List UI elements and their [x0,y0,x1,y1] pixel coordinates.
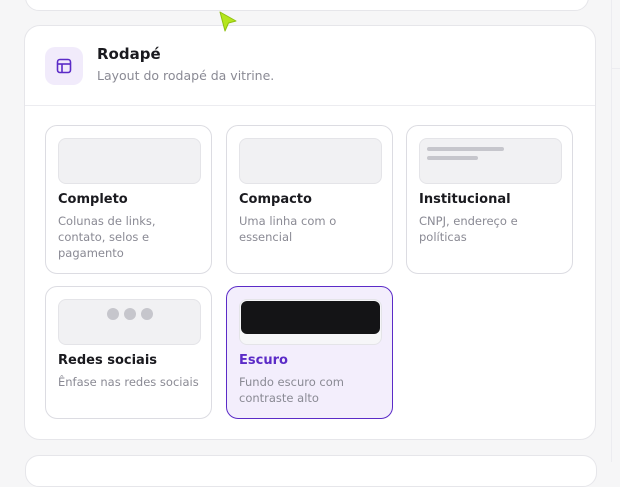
option-description: Colunas de links, contato, selos e pagam… [58,214,156,260]
right-panel-edge [611,0,620,462]
section-title: Rodapé [97,45,161,63]
section-subtitle: Layout do rodapé da vitrine. [97,68,275,83]
next-section-card [25,455,597,487]
social-dot-icon [124,308,136,320]
option-title: Institucional [419,192,511,207]
social-dot-icon [141,308,153,320]
footer-option-institucional[interactable]: Institucional CNPJ, endereço e políticas [406,125,573,274]
option-preview [239,138,382,184]
footer-section-card: Rodapé Layout do rodapé da vitrine. Comp… [24,25,596,440]
layout-icon [45,47,83,85]
footer-option-escuro[interactable]: Escuro Fundo escuro com contraste alto [226,286,393,419]
option-preview-dark [239,299,382,345]
social-dot-icon [107,308,119,320]
option-title: Compacto [239,192,312,207]
option-description: CNPJ, endereço e políticas [419,214,518,244]
option-title: Escuro [239,353,288,368]
previous-section-card [25,0,589,11]
option-description: Ênfase nas redes sociais [58,375,199,389]
option-title: Redes sociais [58,353,158,368]
section-header: Rodapé Layout do rodapé da vitrine. [25,26,595,106]
option-title: Completo [58,192,128,207]
option-preview [58,138,201,184]
footer-option-redes-sociais[interactable]: Redes sociais Ênfase nas redes sociais [45,286,212,419]
mouse-cursor-icon [218,11,238,37]
footer-option-completo[interactable]: Completo Colunas de links, contato, selo… [45,125,212,274]
option-description: Uma linha com o essencial [239,214,337,244]
option-preview-dots [58,299,201,345]
footer-option-compacto[interactable]: Compacto Uma linha com o essencial [226,125,393,274]
option-preview-lines [419,138,562,184]
option-description: Fundo escuro com contraste alto [239,375,344,405]
